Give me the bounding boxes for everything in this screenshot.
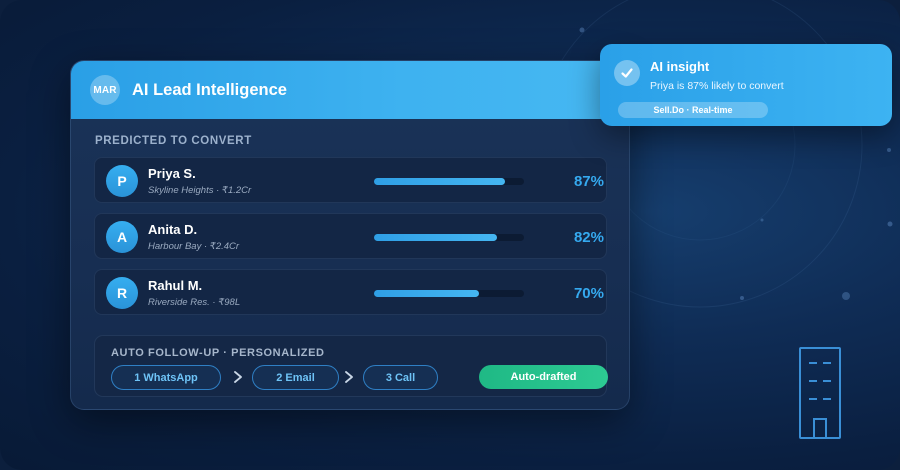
lead-name: Rahul M.	[148, 278, 203, 293]
auto-followup-panel: AUTO FOLLOW-UP · PERSONALIZED 1 WhatsApp…	[94, 335, 608, 397]
step-whatsapp-button[interactable]: 1 WhatsApp	[111, 365, 221, 390]
avatar: P	[106, 165, 138, 197]
step-call-button[interactable]: 3 Call	[363, 365, 438, 390]
lead-detail: Skyline Heights · ₹1.2Cr	[148, 185, 252, 196]
avatar: R	[106, 277, 138, 309]
lead-name: Anita D.	[148, 222, 198, 237]
probability-bar	[374, 234, 524, 241]
lead-detail: Harbour Bay · ₹2.4Cr	[148, 241, 240, 252]
insight-text: Priya is 87% likely to convert	[650, 80, 784, 92]
lead-row[interactable]: P Priya S. Skyline Heights · ₹1.2Cr 87%	[94, 157, 607, 203]
lead-intelligence-card: MAR AI Lead Intelligence PREDICTED TO CO…	[70, 60, 630, 410]
probability-percent: 70%	[573, 285, 604, 302]
probability-percent: 82%	[573, 229, 604, 246]
probability-bar-fill	[374, 290, 479, 297]
source-tag: Sell.Do · Real-time	[618, 102, 768, 118]
app-canvas: MAR AI Lead Intelligence PREDICTED TO CO…	[0, 0, 900, 470]
lead-name: Priya S.	[148, 166, 196, 181]
probability-bar	[374, 290, 524, 297]
lead-detail: Riverside Res. · ₹98L	[148, 297, 241, 308]
chevron-right-icon	[234, 371, 242, 383]
ai-insight-popup[interactable]: AI insight Priya is 87% likely to conver…	[600, 44, 892, 126]
followup-label: AUTO FOLLOW-UP · PERSONALIZED	[111, 347, 325, 359]
probability-percent: 87%	[573, 173, 604, 190]
lead-row[interactable]: R Rahul M. Riverside Res. · ₹98L 70%	[94, 269, 607, 315]
chevron-right-icon	[345, 371, 353, 383]
check-icon	[614, 60, 640, 86]
card-title: AI Lead Intelligence	[132, 80, 287, 99]
avatar: A	[106, 221, 138, 253]
section-label: PREDICTED TO CONVERT	[95, 135, 252, 147]
insight-title: AI insight	[650, 59, 710, 74]
lead-row[interactable]: A Anita D. Harbour Bay · ₹2.4Cr 82%	[94, 213, 607, 259]
step-email-button[interactable]: 2 Email	[252, 365, 339, 390]
card-header: MAR AI Lead Intelligence	[71, 61, 629, 119]
probability-bar	[374, 178, 524, 185]
probability-bar-fill	[374, 234, 497, 241]
probability-bar-fill	[374, 178, 505, 185]
module-badge: MAR	[90, 75, 120, 105]
auto-drafted-button[interactable]: Auto-drafted	[479, 365, 608, 389]
building-icon	[799, 347, 841, 439]
